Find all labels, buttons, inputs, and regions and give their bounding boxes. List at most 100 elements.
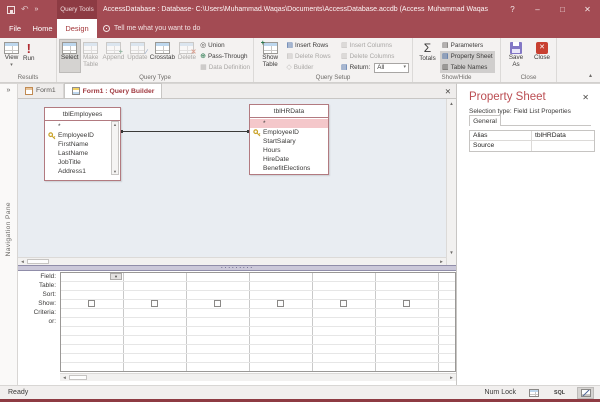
field-item-hours[interactable]: Hours xyxy=(250,146,328,155)
maximize-icon[interactable]: □ xyxy=(550,0,575,19)
append-button[interactable]: + Append xyxy=(101,39,126,73)
delete-rows-button[interactable]: ▤ Delete Rows xyxy=(284,51,339,62)
close-document-icon[interactable]: ✕ xyxy=(445,87,451,96)
field-item-employeeid[interactable]: EmployeeID xyxy=(45,131,120,140)
save-icon[interactable] xyxy=(7,5,15,14)
delete-columns-button[interactable]: ▥ Delete Columns xyxy=(339,51,411,62)
help-icon[interactable]: ? xyxy=(500,0,525,19)
field-item-benefitelections[interactable]: BenefitElections xyxy=(250,164,328,173)
scroll-up-icon[interactable]: ▲ xyxy=(449,99,453,108)
scroll-left-icon[interactable]: ◄ xyxy=(18,259,27,264)
view-button[interactable]: View ▾ xyxy=(2,39,21,73)
field-item-lastname[interactable]: LastName xyxy=(45,149,120,158)
tab-query-builder[interactable]: Form1 : Query Builder xyxy=(63,83,163,98)
property-row-alias[interactable]: Alias tblHRData xyxy=(470,131,594,141)
qbe-grid[interactable] xyxy=(60,272,456,372)
expand-nav-pane-icon[interactable]: » xyxy=(0,87,17,94)
navigation-pane-collapsed[interactable]: » Navigation Pane xyxy=(0,83,18,385)
tab-form1[interactable]: Form1 xyxy=(18,83,64,98)
scroll-right-icon[interactable]: ► xyxy=(437,259,446,264)
property-value[interactable] xyxy=(532,141,594,151)
close-property-sheet-icon[interactable]: ✕ xyxy=(582,93,589,102)
crosstab-button[interactable]: Crosstab xyxy=(149,39,176,73)
field-item-hiredate[interactable]: HireDate xyxy=(250,155,328,164)
field-list-tblHRData[interactable]: tblHRData * EmployeeID StartSalary Hours… xyxy=(249,104,329,175)
delete-query-button[interactable]: ✕ Delete xyxy=(176,39,198,73)
parameters-button[interactable]: ▤ Parameters xyxy=(440,40,495,51)
show-checkbox[interactable] xyxy=(277,300,284,307)
tab-home[interactable]: Home xyxy=(28,19,57,38)
select-query-button[interactable]: Select xyxy=(59,39,81,73)
design-view-button[interactable] xyxy=(577,386,594,399)
design-vertical-scrollbar[interactable]: ▲ ▼ xyxy=(446,99,456,257)
property-value[interactable]: tblHRData xyxy=(532,131,594,140)
delete-query-icon: ✕ xyxy=(179,42,196,56)
show-checkbox[interactable] xyxy=(340,300,347,307)
tell-me-label: Tell me what you want to do xyxy=(114,25,201,32)
show-checkbox[interactable] xyxy=(214,300,221,307)
field-item-employeeid[interactable]: EmployeeID xyxy=(250,128,328,137)
sql-view-button[interactable]: SQL xyxy=(551,387,568,399)
field-list-title[interactable]: tblEmployees xyxy=(45,108,120,121)
property-grid: Alias tblHRData Source xyxy=(469,130,595,152)
update-button[interactable]: ∕ Update xyxy=(126,39,149,73)
window-title: AccessDatabase : Database- C:\Users\Muha… xyxy=(103,6,425,13)
save-as-icon xyxy=(510,42,522,54)
totals-button[interactable]: Σ Totals xyxy=(415,39,440,73)
field-item-startsalary[interactable]: StartSalary xyxy=(250,137,328,146)
field-list-scrollbar[interactable]: ▲ ▼ xyxy=(111,121,119,175)
design-horizontal-scrollbar[interactable]: ◄ ► xyxy=(18,257,446,265)
field-item-address1[interactable]: Address1 xyxy=(45,167,120,176)
field-item-star[interactable]: * xyxy=(45,122,120,131)
undo-icon[interactable]: ↶ xyxy=(21,5,29,14)
datasheet-view-button[interactable] xyxy=(525,387,542,399)
union-button[interactable]: ◎ Union xyxy=(198,40,252,51)
scrollbar-thumb[interactable] xyxy=(27,259,49,264)
scroll-down-icon[interactable]: ▼ xyxy=(113,169,117,174)
close-builder-icon: ✕ xyxy=(536,42,548,54)
tab-file[interactable]: File xyxy=(2,19,28,38)
collapse-ribbon-icon[interactable]: ▴ xyxy=(589,72,592,79)
save-as-button[interactable]: Save As xyxy=(503,39,529,73)
grid-horizontal-scrollbar[interactable]: ◄ ► xyxy=(60,373,456,381)
scroll-left-icon[interactable]: ◄ xyxy=(60,375,69,380)
scroll-down-icon[interactable]: ▼ xyxy=(449,248,453,257)
insert-rows-button[interactable]: ▤ Insert Rows xyxy=(284,40,339,51)
tab-design[interactable]: Design xyxy=(57,19,97,38)
close-icon[interactable]: ✕ xyxy=(575,0,600,19)
user-name[interactable]: Muhammad Waqas xyxy=(428,6,488,13)
field-item-jobtitle[interactable]: JobTitle xyxy=(45,158,120,167)
property-sheet-icon: ▤ xyxy=(442,52,449,60)
return-combobox[interactable]: All ▾ xyxy=(374,62,409,73)
title-bar: ↶ » Query Tools AccessDatabase : Databas… xyxy=(0,0,600,19)
context-tab-query-tools[interactable]: Query Tools xyxy=(57,0,97,19)
field-item-star[interactable]: * xyxy=(250,119,328,128)
insert-columns-button[interactable]: ▥ Insert Columns xyxy=(339,40,411,51)
field-list-tblEmployees[interactable]: tblEmployees * EmployeeID FirstName Last… xyxy=(44,107,121,181)
pass-through-button[interactable]: ⊕ Pass-Through xyxy=(198,51,252,62)
property-sheet-button[interactable]: ▤ Property Sheet xyxy=(440,51,495,62)
scroll-right-icon[interactable]: ► xyxy=(447,375,456,380)
table-names-button[interactable]: ▥ Table Names xyxy=(440,62,495,73)
join-line[interactable] xyxy=(120,130,250,133)
field-item-firstname[interactable]: FirstName xyxy=(45,140,120,149)
datasheet-view-icon xyxy=(528,388,539,397)
minimize-icon[interactable]: – xyxy=(525,0,550,19)
show-checkbox[interactable] xyxy=(88,300,95,307)
show-checkbox[interactable] xyxy=(403,300,410,307)
show-checkbox[interactable] xyxy=(151,300,158,307)
scrollbar-thumb[interactable] xyxy=(69,375,87,380)
close-builder-button[interactable]: ✕ Close xyxy=(529,39,555,73)
field-list-title[interactable]: tblHRData xyxy=(250,105,328,118)
data-definition-button[interactable]: ▦ Data Definition xyxy=(198,62,252,73)
field-cell-dropdown-icon[interactable]: ▾ xyxy=(110,273,122,280)
make-table-button[interactable]: Make Table xyxy=(81,39,101,73)
tell-me-box[interactable]: Tell me what you want to do xyxy=(103,19,200,38)
show-table-button[interactable]: + Show Table xyxy=(256,39,284,73)
qat-customize-icon[interactable]: » xyxy=(35,6,39,13)
builder-button[interactable]: ◇ Builder xyxy=(284,62,339,73)
run-button[interactable]: ! Run xyxy=(21,39,37,73)
tab-general[interactable]: General xyxy=(469,115,501,126)
scroll-up-icon[interactable]: ▲ xyxy=(113,122,117,127)
property-row-source[interactable]: Source xyxy=(470,141,594,151)
